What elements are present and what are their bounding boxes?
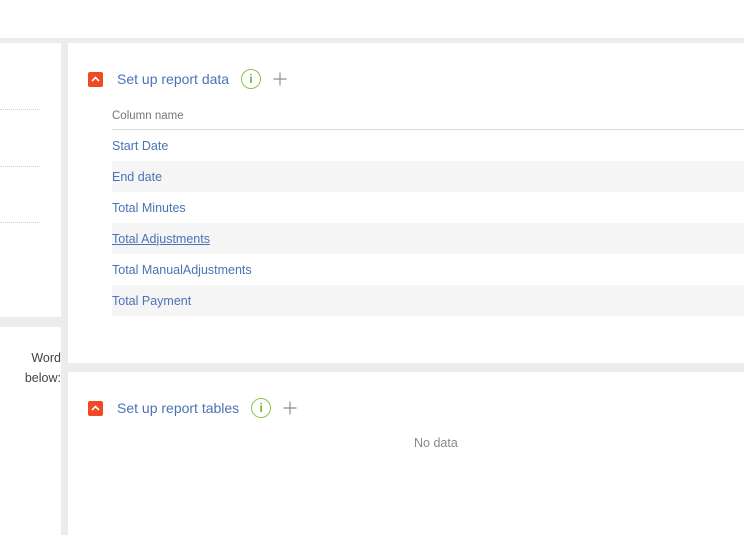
- section-title[interactable]: Set up report data: [117, 71, 229, 87]
- table-row[interactable]: Total Payment: [112, 285, 744, 316]
- columns-table: Column name Start Date End date Total Mi…: [112, 103, 744, 316]
- row-label: Total Payment: [112, 293, 192, 308]
- report-tables-panel: Set up report tables i No data: [68, 372, 744, 535]
- row-label: Start Date: [112, 138, 169, 153]
- info-icon[interactable]: i: [251, 398, 272, 418]
- empty-state-text: No data: [414, 436, 458, 450]
- left-text-line: below:: [24, 371, 61, 385]
- chevron-up-icon: [91, 76, 100, 82]
- report-data-header: Set up report data i: [88, 69, 287, 89]
- table-row[interactable]: Total Minutes: [112, 192, 744, 223]
- plus-icon[interactable]: [283, 401, 297, 415]
- row-label: Total Adjustments: [112, 231, 210, 246]
- chevron-up-icon: [91, 405, 100, 411]
- report-data-panel: Set up report data i Column name Start D…: [68, 43, 744, 363]
- left-info-card: Word below:: [0, 327, 61, 535]
- divider: [0, 166, 40, 167]
- report-tables-header: Set up report tables i: [88, 398, 297, 418]
- collapse-button[interactable]: [88, 71, 103, 87]
- column-header: Column name: [112, 103, 744, 130]
- row-label: Total Minutes: [112, 200, 186, 215]
- row-label: End date: [112, 169, 163, 184]
- section-title[interactable]: Set up report tables: [117, 400, 239, 416]
- table-row[interactable]: Total ManualAdjustments: [112, 254, 744, 285]
- table-row[interactable]: Total Adjustments: [112, 223, 744, 254]
- left-text-line: Word: [31, 351, 61, 365]
- divider: [0, 222, 40, 223]
- collapse-button[interactable]: [88, 400, 103, 416]
- table-row[interactable]: End date: [112, 161, 744, 192]
- plus-icon[interactable]: [273, 72, 287, 86]
- top-bar: [0, 0, 744, 38]
- info-icon[interactable]: i: [241, 69, 262, 89]
- left-panel-card: [0, 43, 61, 317]
- row-label: Total ManualAdjustments: [112, 262, 252, 277]
- divider: [0, 109, 40, 110]
- table-row[interactable]: Start Date: [112, 130, 744, 161]
